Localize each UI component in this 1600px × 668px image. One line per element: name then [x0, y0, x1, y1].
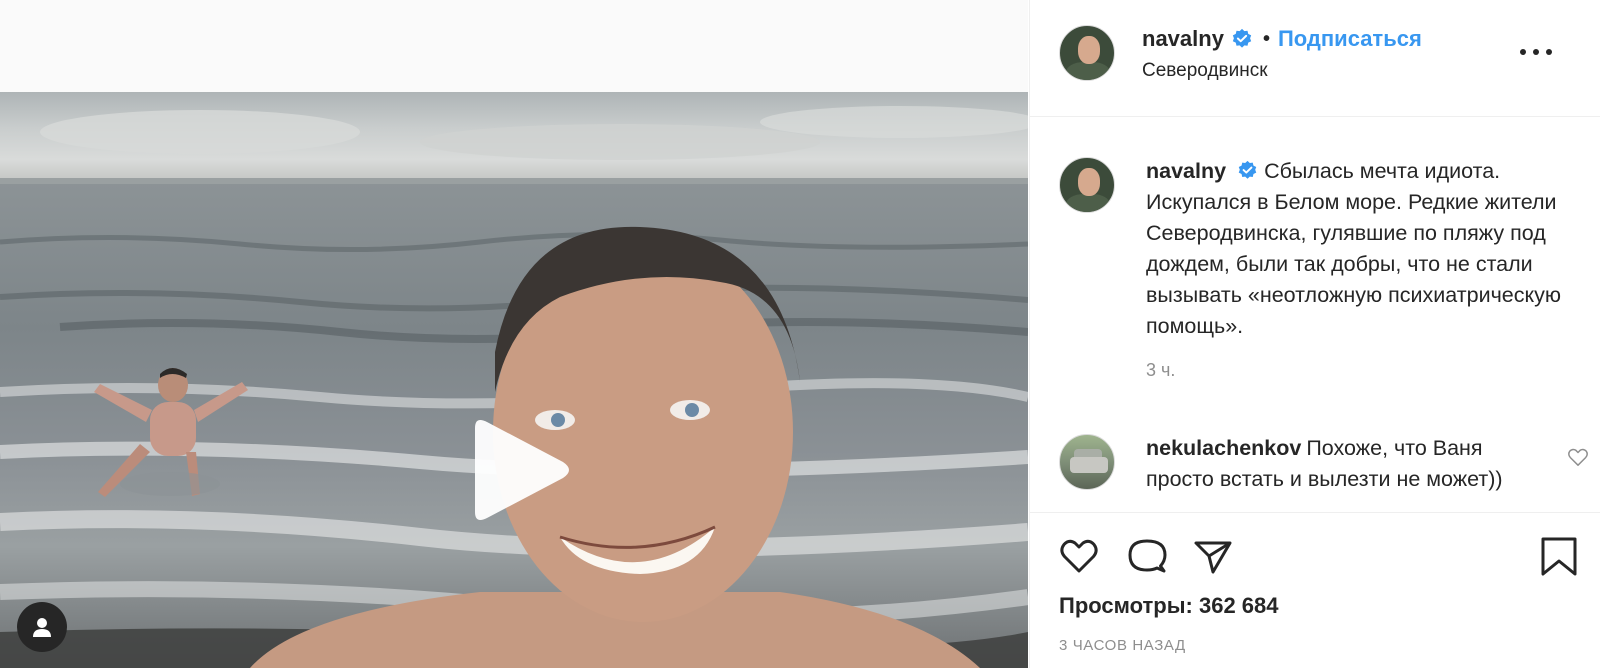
verified-badge-icon — [1238, 160, 1257, 179]
user-tag-icon — [33, 618, 51, 637]
caption-text: Сбылась мечта идиота. Искупался в Белом … — [1146, 159, 1562, 338]
post-header: navalny • Подписаться Северодвинск — [1030, 0, 1600, 117]
small-heart-icon[interactable] — [1567, 447, 1589, 467]
views-count[interactable]: Просмотры: 362 684 — [1059, 593, 1279, 619]
header-user-line: navalny • Подписаться — [1142, 26, 1422, 52]
author-avatar[interactable] — [1059, 25, 1115, 81]
more-options-icon[interactable] — [1520, 42, 1552, 62]
post-side-panel: navalny • Подписаться Северодвинск naval… — [1029, 0, 1600, 668]
bookmark-icon[interactable] — [1538, 535, 1580, 577]
caption-author-avatar[interactable] — [1059, 157, 1115, 213]
comments-area[interactable]: navalny Сбылась мечта идиота. Искупался … — [1030, 117, 1600, 512]
actions-section: Просмотры: 362 684 3 часов назад — [1030, 512, 1600, 668]
play-button[interactable] — [463, 414, 573, 526]
play-icon — [475, 420, 569, 520]
post-video[interactable] — [0, 92, 1028, 668]
instagram-post-modal: navalny • Подписаться Северодвинск naval… — [0, 0, 1600, 668]
comment: nekulachenkov Похоже, что Ваня просто вст… — [1146, 433, 1546, 495]
commenter-username[interactable]: nekulachenkov — [1146, 436, 1301, 460]
media-column — [0, 0, 1028, 668]
tagged-users-button[interactable] — [17, 602, 67, 652]
views-label: Просмотры: — [1059, 593, 1193, 618]
post-location[interactable]: Северодвинск — [1142, 60, 1268, 82]
views-value: 362 684 — [1198, 593, 1279, 618]
caption-time[interactable]: 3 ч. — [1146, 360, 1175, 381]
commenter-avatar[interactable] — [1059, 434, 1115, 490]
comment-bubble-icon[interactable] — [1126, 535, 1168, 577]
follow-button[interactable]: Подписаться — [1278, 26, 1422, 52]
post-timestamp[interactable]: 3 часов назад — [1059, 637, 1186, 654]
caption-username[interactable]: navalny — [1146, 159, 1226, 183]
heart-icon[interactable] — [1058, 535, 1100, 577]
author-username[interactable]: navalny — [1142, 26, 1224, 52]
verified-badge-icon — [1232, 28, 1252, 48]
post-caption: navalny Сбылась мечта идиота. Искупался … — [1146, 156, 1586, 342]
video-scene — [0, 106, 1028, 668]
header-separator: • — [1262, 27, 1270, 50]
paper-plane-icon[interactable] — [1192, 535, 1234, 577]
